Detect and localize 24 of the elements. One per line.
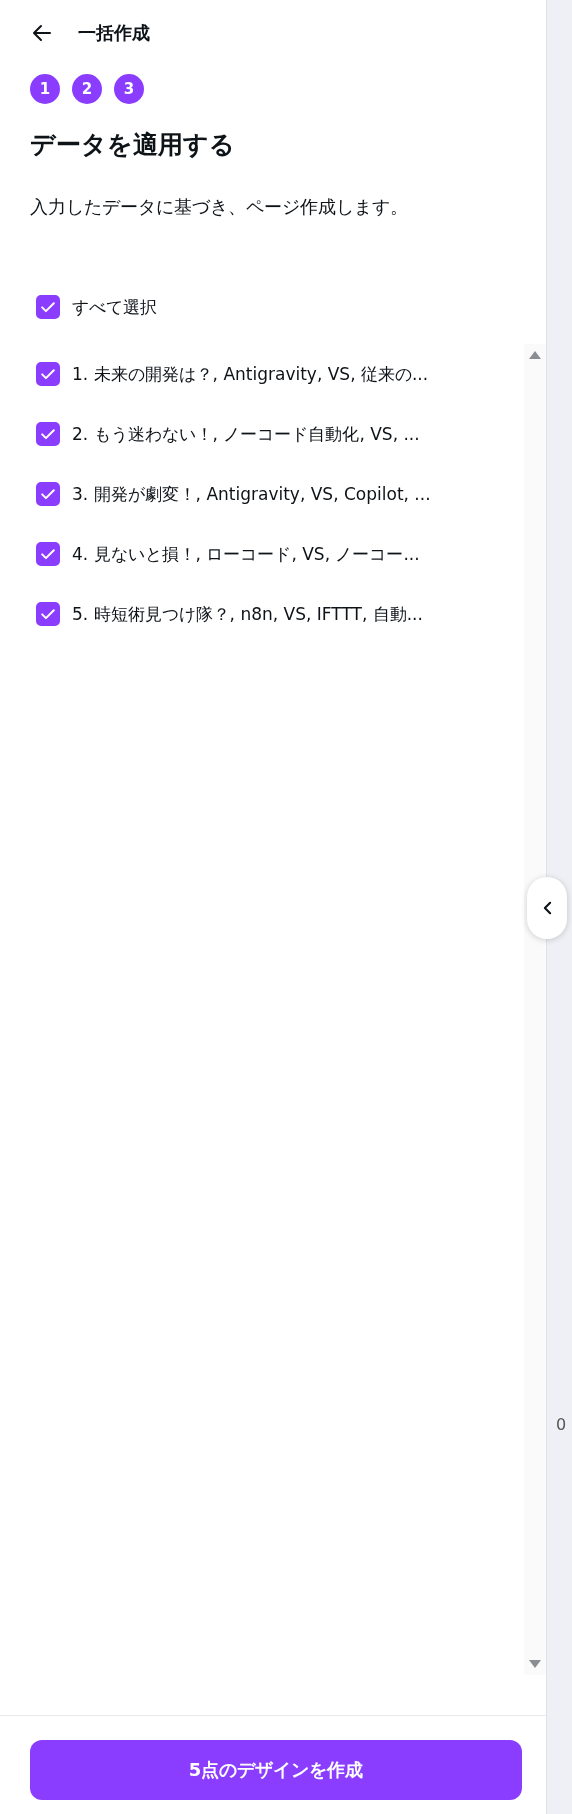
- checkbox[interactable]: [36, 482, 60, 507]
- step-indicator: 2: [72, 74, 102, 104]
- create-designs-button[interactable]: 5点のデザインを作成: [30, 1740, 522, 1800]
- checkbox[interactable]: [36, 295, 60, 320]
- page-count-text: 0: [556, 1415, 567, 1434]
- data-row-label: 2. もう迷わない！, ノーコード自動化, VS, ...: [72, 422, 420, 446]
- checkbox[interactable]: [36, 602, 60, 627]
- data-row-label: 4. 見ないと損！, ローコード, VS, ノーコー...: [72, 542, 420, 566]
- data-row-label: 5. 時短術見つけ隊？, n8n, VS, IFTTT, 自動...: [72, 602, 423, 626]
- description-text: 入力したデータに基づき、ページ作成します。: [30, 195, 409, 219]
- data-row-label: 3. 開発が劇変！, Antigravity, VS, Copilot, ...: [72, 482, 431, 506]
- section-heading: データを適用する: [30, 130, 236, 160]
- step-indicator: 3: [114, 74, 144, 104]
- data-row-label: 1. 未来の開発は？, Antigravity, VS, 従来の...: [72, 362, 429, 386]
- scroll-up-icon[interactable]: [528, 350, 542, 361]
- checkbox[interactable]: [36, 542, 60, 567]
- step-indicator: 1: [30, 74, 60, 104]
- panel-title: 一括作成: [78, 21, 150, 45]
- scrollbar[interactable]: [524, 344, 546, 1675]
- checkbox-label: すべて選択: [72, 295, 157, 319]
- checkbox[interactable]: [36, 422, 60, 447]
- chevron-left-icon: [542, 901, 552, 915]
- scroll-down-icon[interactable]: [528, 1659, 542, 1669]
- checkbox[interactable]: [36, 362, 60, 387]
